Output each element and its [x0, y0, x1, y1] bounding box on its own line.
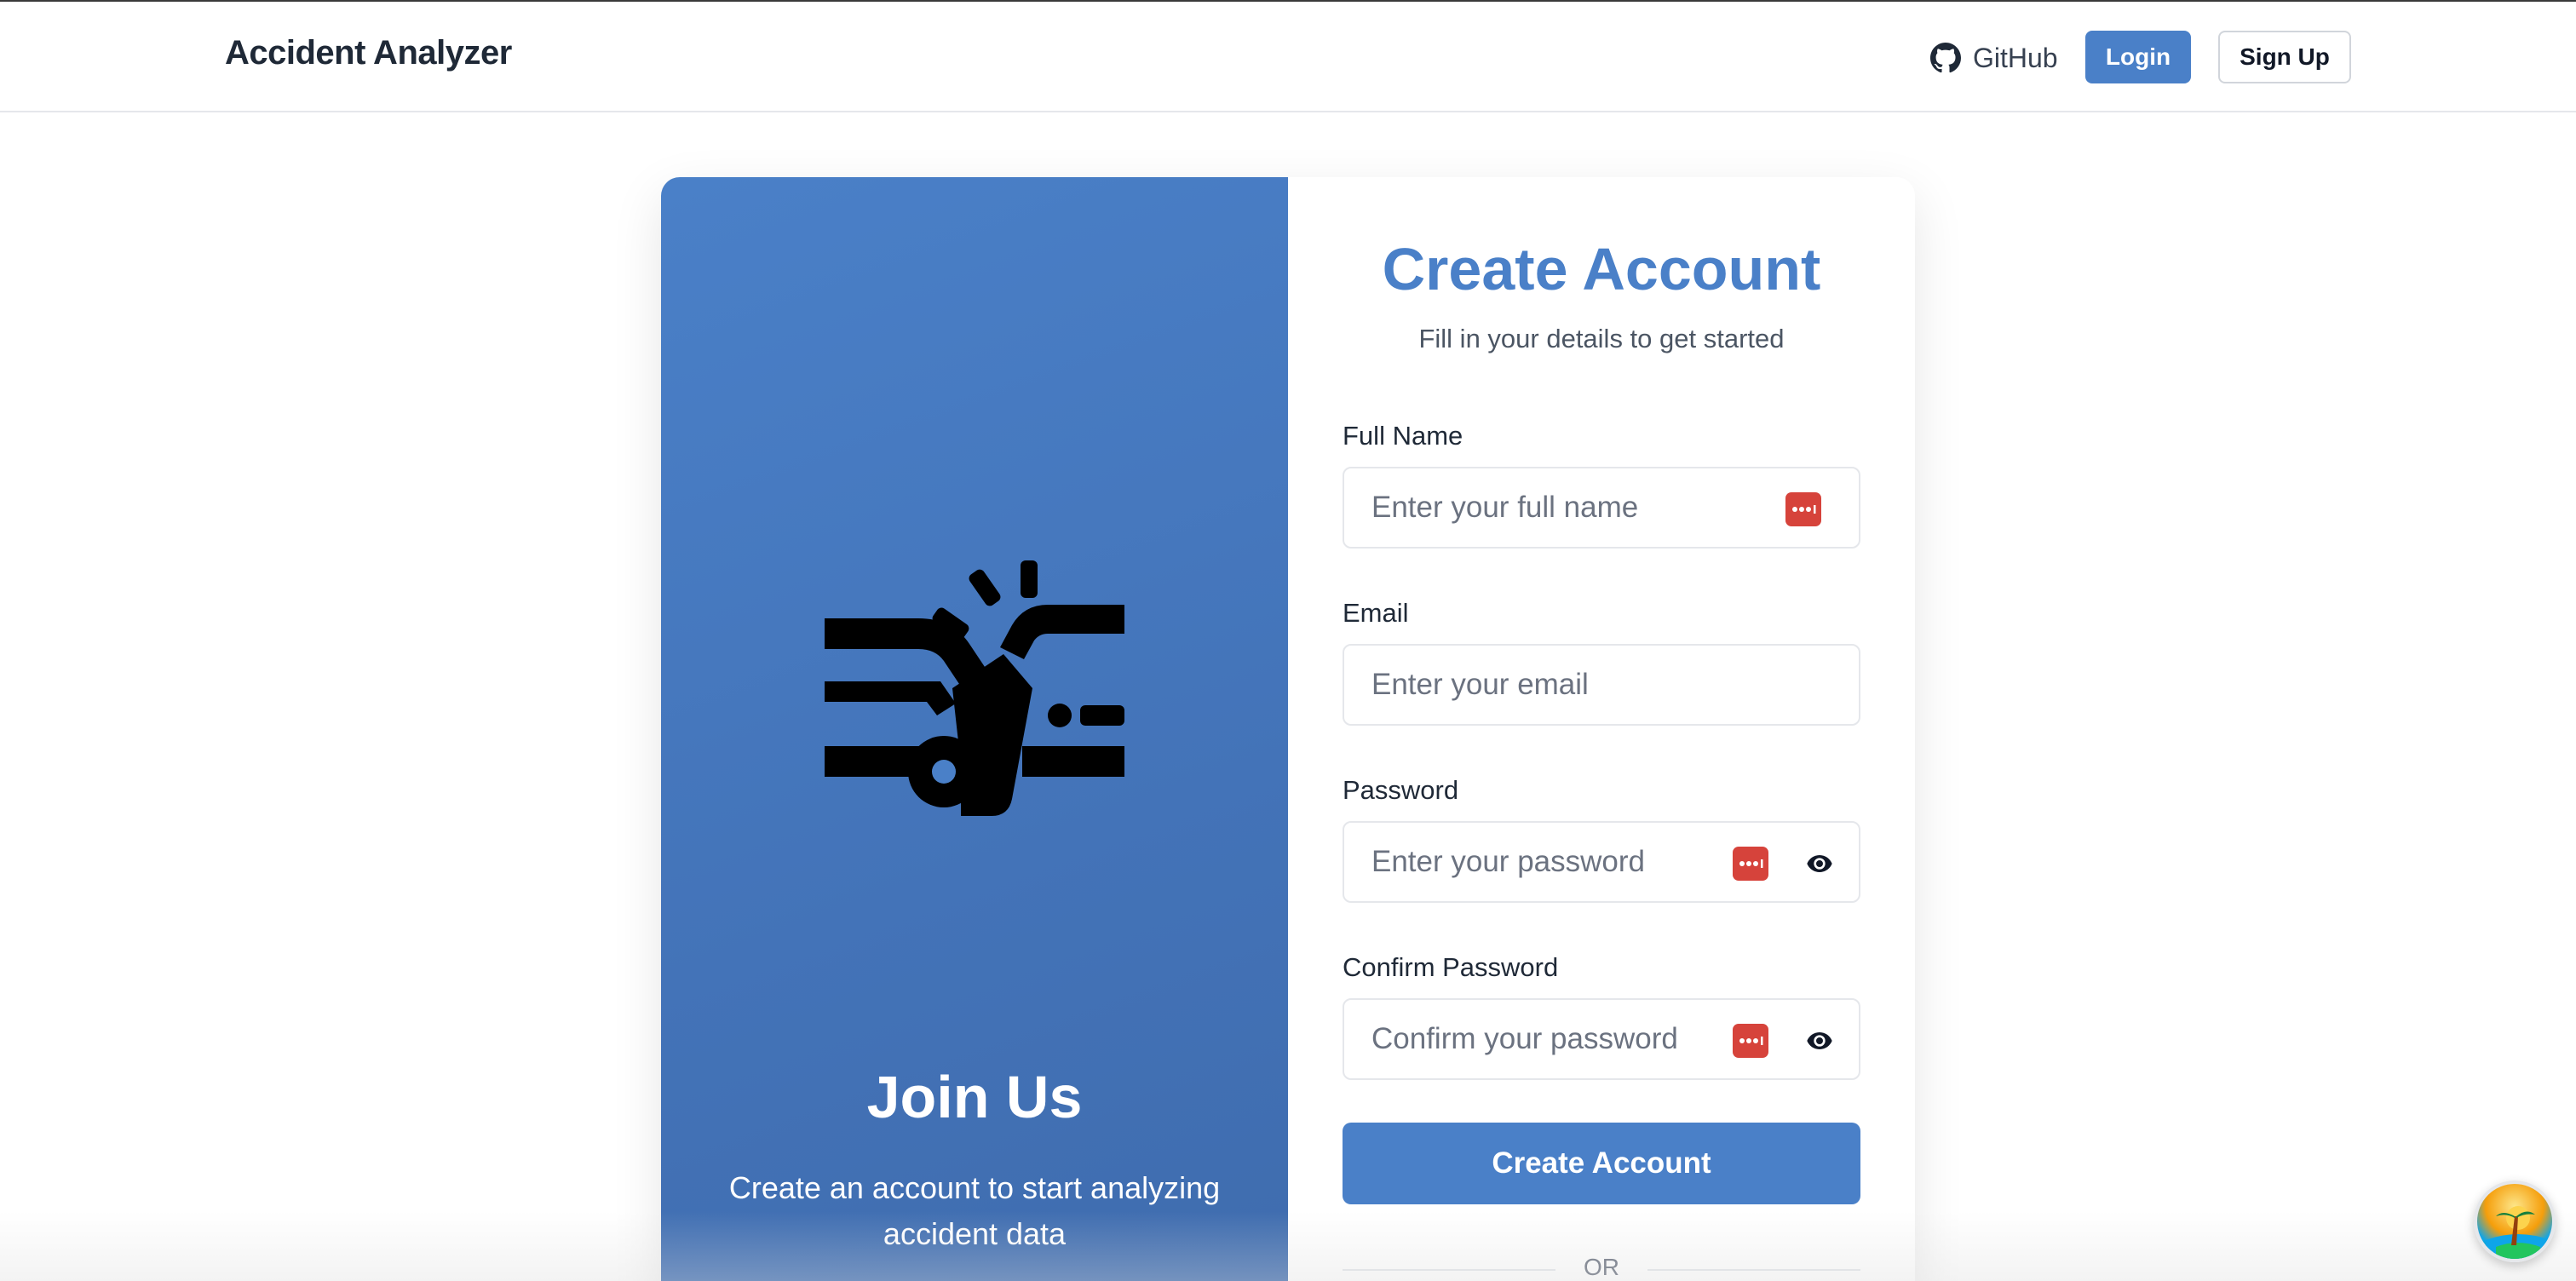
password-label: Password [1343, 775, 1459, 805]
divider-line [1647, 1269, 1860, 1271]
full-name-label: Full Name [1343, 421, 1463, 451]
create-account-button[interactable]: Create Account [1343, 1123, 1860, 1204]
password-manager-icon[interactable] [1733, 847, 1768, 881]
confirm-password-label: Confirm Password [1343, 952, 1559, 982]
email-label: Email [1343, 598, 1409, 628]
github-link[interactable]: GitHub [1930, 37, 2058, 78]
signup-card: Join Us Create an account to start analy… [661, 177, 1915, 1281]
eye-icon[interactable] [1804, 850, 1835, 877]
welcome-subtitle: Create an account to start analyzing acc… [728, 1170, 1221, 1251]
password-input[interactable] [1344, 823, 1859, 901]
confirm-password-input[interactable] [1344, 1000, 1859, 1078]
github-label: GitHub [1973, 42, 2058, 73]
page: Accident Analyzer GitHub Login Sign Up J… [0, 0, 2576, 1281]
full-name-input[interactable] [1344, 468, 1859, 547]
eye-icon[interactable] [1804, 1027, 1835, 1054]
or-divider: OR [1343, 1252, 1860, 1281]
welcome-title: Join Us [866, 1064, 1083, 1130]
navbar: Accident Analyzer GitHub Login Sign Up [0, 2, 2576, 112]
signup-button[interactable]: Sign Up [2218, 31, 2351, 83]
form-title: Create Account [1382, 236, 1821, 302]
welcome-panel: Join Us Create an account to start analy… [661, 177, 1288, 1281]
password-field [1343, 821, 1860, 903]
car-crash-icon [825, 560, 1124, 816]
github-icon [1930, 43, 1961, 73]
full-name-field [1343, 467, 1860, 549]
confirm-password-field [1343, 998, 1860, 1080]
password-manager-icon[interactable] [1785, 492, 1821, 526]
email-field [1343, 644, 1860, 726]
email-input[interactable] [1344, 646, 1859, 724]
form-subtitle: Fill in your details to get started [1418, 324, 1785, 353]
divider-text: OR [1584, 1254, 1619, 1280]
login-button[interactable]: Login [2085, 31, 2191, 83]
signup-form-panel: Create Account Fill in your details to g… [1288, 177, 1915, 1281]
brand-title[interactable]: Accident Analyzer [225, 34, 512, 72]
password-manager-icon[interactable] [1733, 1024, 1768, 1058]
extension-badge-icon[interactable] [2474, 1180, 2556, 1262]
